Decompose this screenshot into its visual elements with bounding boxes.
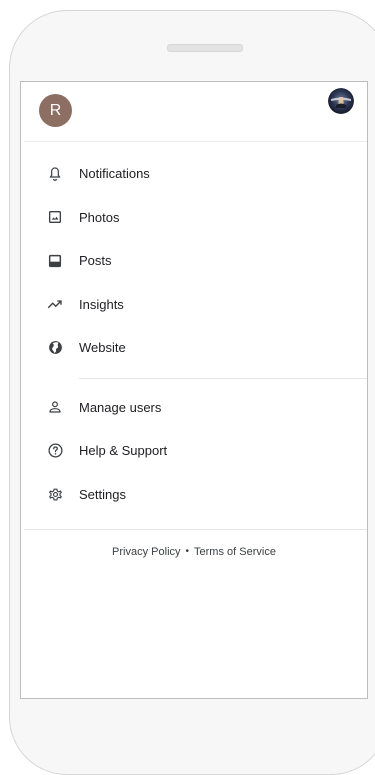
drawer-header: R bbox=[24, 82, 367, 142]
app-drawer: R Notifications Photos Posts Insights We… bbox=[20, 81, 368, 699]
menu-item-photos[interactable]: Photos bbox=[21, 196, 367, 240]
person-icon bbox=[46, 398, 64, 416]
privacy-policy-link[interactable]: Privacy Policy bbox=[112, 546, 180, 558]
menu-label: Posts bbox=[79, 253, 112, 269]
photo-icon bbox=[46, 208, 64, 226]
secondary-menu: Manage users Help & Support Settings bbox=[21, 379, 367, 530]
menu-label: Help & Support bbox=[79, 443, 168, 459]
gear-icon bbox=[46, 485, 64, 503]
account-avatar[interactable]: R bbox=[39, 94, 72, 127]
menu-item-settings[interactable]: Settings bbox=[21, 473, 367, 517]
footer-divider bbox=[24, 529, 367, 530]
phone-speaker bbox=[167, 44, 243, 52]
menu-label: Website bbox=[79, 340, 126, 356]
menu-label: Photos bbox=[79, 209, 120, 225]
footer-separator: • bbox=[185, 546, 190, 557]
menu-item-website[interactable]: Website bbox=[21, 326, 367, 370]
drawer-footer: Privacy Policy • Terms of Service bbox=[21, 546, 367, 558]
primary-menu: Notifications Photos Posts Insights Webs… bbox=[21, 142, 367, 378]
bell-icon bbox=[46, 165, 64, 183]
menu-label: Insights bbox=[79, 296, 124, 312]
menu-item-insights[interactable]: Insights bbox=[21, 283, 367, 327]
menu-item-posts[interactable]: Posts bbox=[21, 239, 367, 283]
globe-icon bbox=[46, 339, 64, 357]
menu-item-manage-users[interactable]: Manage users bbox=[21, 386, 367, 430]
menu-label: Notifications bbox=[79, 166, 150, 182]
trending-up-icon bbox=[46, 295, 64, 313]
profile-photo[interactable] bbox=[328, 88, 354, 114]
terms-of-service-link[interactable]: Terms of Service bbox=[194, 546, 276, 558]
menu-item-notifications[interactable]: Notifications bbox=[21, 152, 367, 196]
help-icon bbox=[46, 442, 64, 460]
menu-label: Settings bbox=[79, 486, 126, 502]
menu-item-help-support[interactable]: Help & Support bbox=[21, 429, 367, 473]
posts-icon bbox=[46, 252, 64, 270]
menu-label: Manage users bbox=[79, 399, 162, 415]
